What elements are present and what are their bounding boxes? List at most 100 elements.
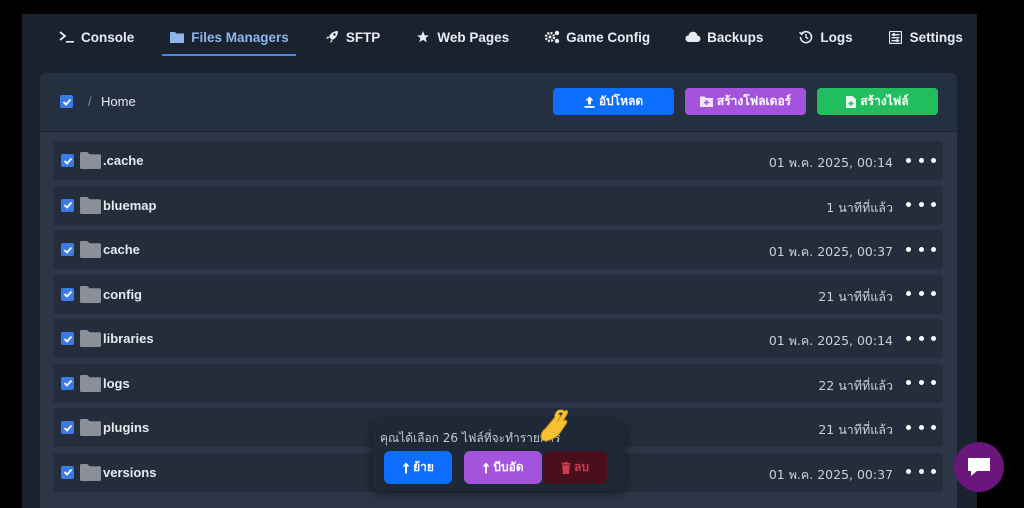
move-button[interactable]: ย้าย <box>384 451 452 484</box>
more-options-icon[interactable] <box>906 284 936 304</box>
chat-icon <box>968 458 990 476</box>
row-checkbox[interactable] <box>61 465 74 479</box>
panel-header: / Home อัปโหลด สร้างโฟลเดอร์ สร้างไฟล์ <box>40 73 957 132</box>
file-modified-date: 01 พ.ค. 2025, 00:14 <box>768 333 893 348</box>
file-row[interactable]: bluemap 1 นาทีที่แล้ว <box>53 185 943 225</box>
folder-icon <box>80 152 101 169</box>
new-folder-label: สร้างโฟลเดอร์ <box>716 94 792 108</box>
file-name[interactable]: config <box>103 287 142 302</box>
tab-console[interactable]: Console <box>52 14 141 60</box>
file-row[interactable]: .cache 01 พ.ค. 2025, 00:14 <box>53 141 943 180</box>
file-row[interactable]: logs 22 นาทีที่แล้ว <box>53 363 943 403</box>
file-name[interactable]: logs <box>103 376 130 391</box>
tab-sftp[interactable]: SFTP <box>317 14 388 60</box>
file-name[interactable]: bluemap <box>103 198 156 213</box>
check-icon <box>63 201 72 209</box>
tab-web-pages[interactable]: Web Pages <box>408 14 516 60</box>
folder-icon <box>80 241 101 258</box>
tab-logs[interactable]: Logs <box>791 14 859 60</box>
more-options-icon[interactable] <box>906 150 936 170</box>
move-label: ย้าย <box>413 460 434 474</box>
breadcrumb-home[interactable]: Home <box>101 94 136 109</box>
file-modified-date: 01 พ.ค. 2025, 00:14 <box>768 155 893 170</box>
file-modified-date: 1 นาทีที่แล้ว <box>826 199 893 215</box>
check-icon <box>63 246 72 254</box>
file-row[interactable]: libraries 01 พ.ค. 2025, 00:14 <box>53 319 943 358</box>
tab-game-config[interactable]: Game Config <box>537 14 657 60</box>
hand-pointer-icon <box>540 409 569 442</box>
delete-label: ลบ <box>574 460 589 474</box>
check-icon <box>63 335 72 343</box>
file-modified-date: 21 นาทีที่แล้ว <box>818 422 893 437</box>
compress-button[interactable]: บีบอัด <box>464 451 542 484</box>
tab-settings[interactable]: Settings <box>881 14 970 60</box>
more-options-icon[interactable] <box>906 462 936 482</box>
row-checkbox[interactable] <box>61 198 74 212</box>
row-checkbox[interactable] <box>61 243 74 256</box>
folder-icon <box>80 463 101 481</box>
history-icon <box>798 29 814 45</box>
row-checkbox[interactable] <box>61 154 74 167</box>
arrow-up-icon <box>482 462 490 473</box>
upload-button[interactable]: อัปโหลด <box>553 88 674 115</box>
row-checkbox[interactable] <box>61 376 74 390</box>
more-options-icon[interactable] <box>906 373 936 393</box>
more-options-icon[interactable] <box>906 328 936 348</box>
star-icon <box>415 29 431 45</box>
new-file-label: สร้างไฟล์ <box>860 94 909 108</box>
tab-label: Settings <box>909 29 963 45</box>
tab-label: SFTP <box>345 29 381 45</box>
selection-action-bar: คุณได้เลือก 26 ไฟล์ที่จะทำรายการ ย้าย บี… <box>372 421 625 491</box>
gears-icon <box>544 29 560 45</box>
selection-message: คุณได้เลือก 26 ไฟล์ที่จะทำรายการ <box>380 431 561 445</box>
chat-button[interactable] <box>954 442 1004 492</box>
tab-label: Console <box>81 29 135 45</box>
check-icon <box>63 424 72 432</box>
new-file-button[interactable]: สร้างไฟล์ <box>817 88 938 115</box>
file-name[interactable]: .cache <box>103 153 143 168</box>
more-options-icon[interactable] <box>906 195 936 215</box>
file-modified-date: 01 พ.ค. 2025, 00:37 <box>768 466 893 482</box>
row-checkbox[interactable] <box>61 332 74 345</box>
tab-label: Backups <box>707 29 764 45</box>
rocket-icon <box>324 29 340 45</box>
compress-label: บีบอัด <box>493 460 524 474</box>
row-checkbox[interactable] <box>61 421 74 434</box>
trash-icon <box>561 461 571 474</box>
arrow-up-icon <box>402 462 410 473</box>
folder-icon <box>169 29 185 45</box>
check-icon <box>63 157 72 165</box>
file-name[interactable]: libraries <box>103 331 154 346</box>
file-row[interactable]: config 21 นาทีที่แล้ว <box>53 274 943 314</box>
upload-icon <box>584 96 595 108</box>
tab-label: Game Config <box>566 29 651 45</box>
check-icon <box>63 290 72 298</box>
sliders-icon <box>888 29 904 45</box>
tab-label: Logs <box>820 29 853 45</box>
folder-plus-icon <box>699 96 713 107</box>
check-icon <box>62 98 71 106</box>
upload-label: อัปโหลด <box>598 94 644 108</box>
tab-backups[interactable]: Backups <box>678 14 770 60</box>
select-all-checkbox[interactable] <box>60 95 73 108</box>
file-modified-date: 01 พ.ค. 2025, 00:37 <box>768 244 893 259</box>
file-modified-date: 22 นาทีที่แล้ว <box>818 377 893 393</box>
folder-icon <box>80 374 101 392</box>
tab-label: Files Managers <box>191 29 289 45</box>
file-name[interactable]: versions <box>103 465 156 480</box>
terminal-icon <box>59 29 75 45</box>
check-icon <box>63 468 72 476</box>
new-folder-button[interactable]: สร้างโฟลเดอร์ <box>685 88 806 115</box>
file-plus-icon <box>846 95 857 108</box>
tab-files-managers[interactable]: Files Managers <box>162 14 296 60</box>
file-name[interactable]: cache <box>103 242 140 257</box>
folder-icon <box>80 330 101 347</box>
delete-button[interactable]: ลบ <box>543 451 607 484</box>
more-options-icon[interactable] <box>906 417 936 437</box>
row-checkbox[interactable] <box>61 287 74 301</box>
file-name[interactable]: plugins <box>103 420 149 435</box>
file-row[interactable]: cache 01 พ.ค. 2025, 00:37 <box>53 230 943 269</box>
more-options-icon[interactable] <box>906 239 936 259</box>
check-icon <box>63 379 72 387</box>
folder-icon <box>80 196 101 214</box>
